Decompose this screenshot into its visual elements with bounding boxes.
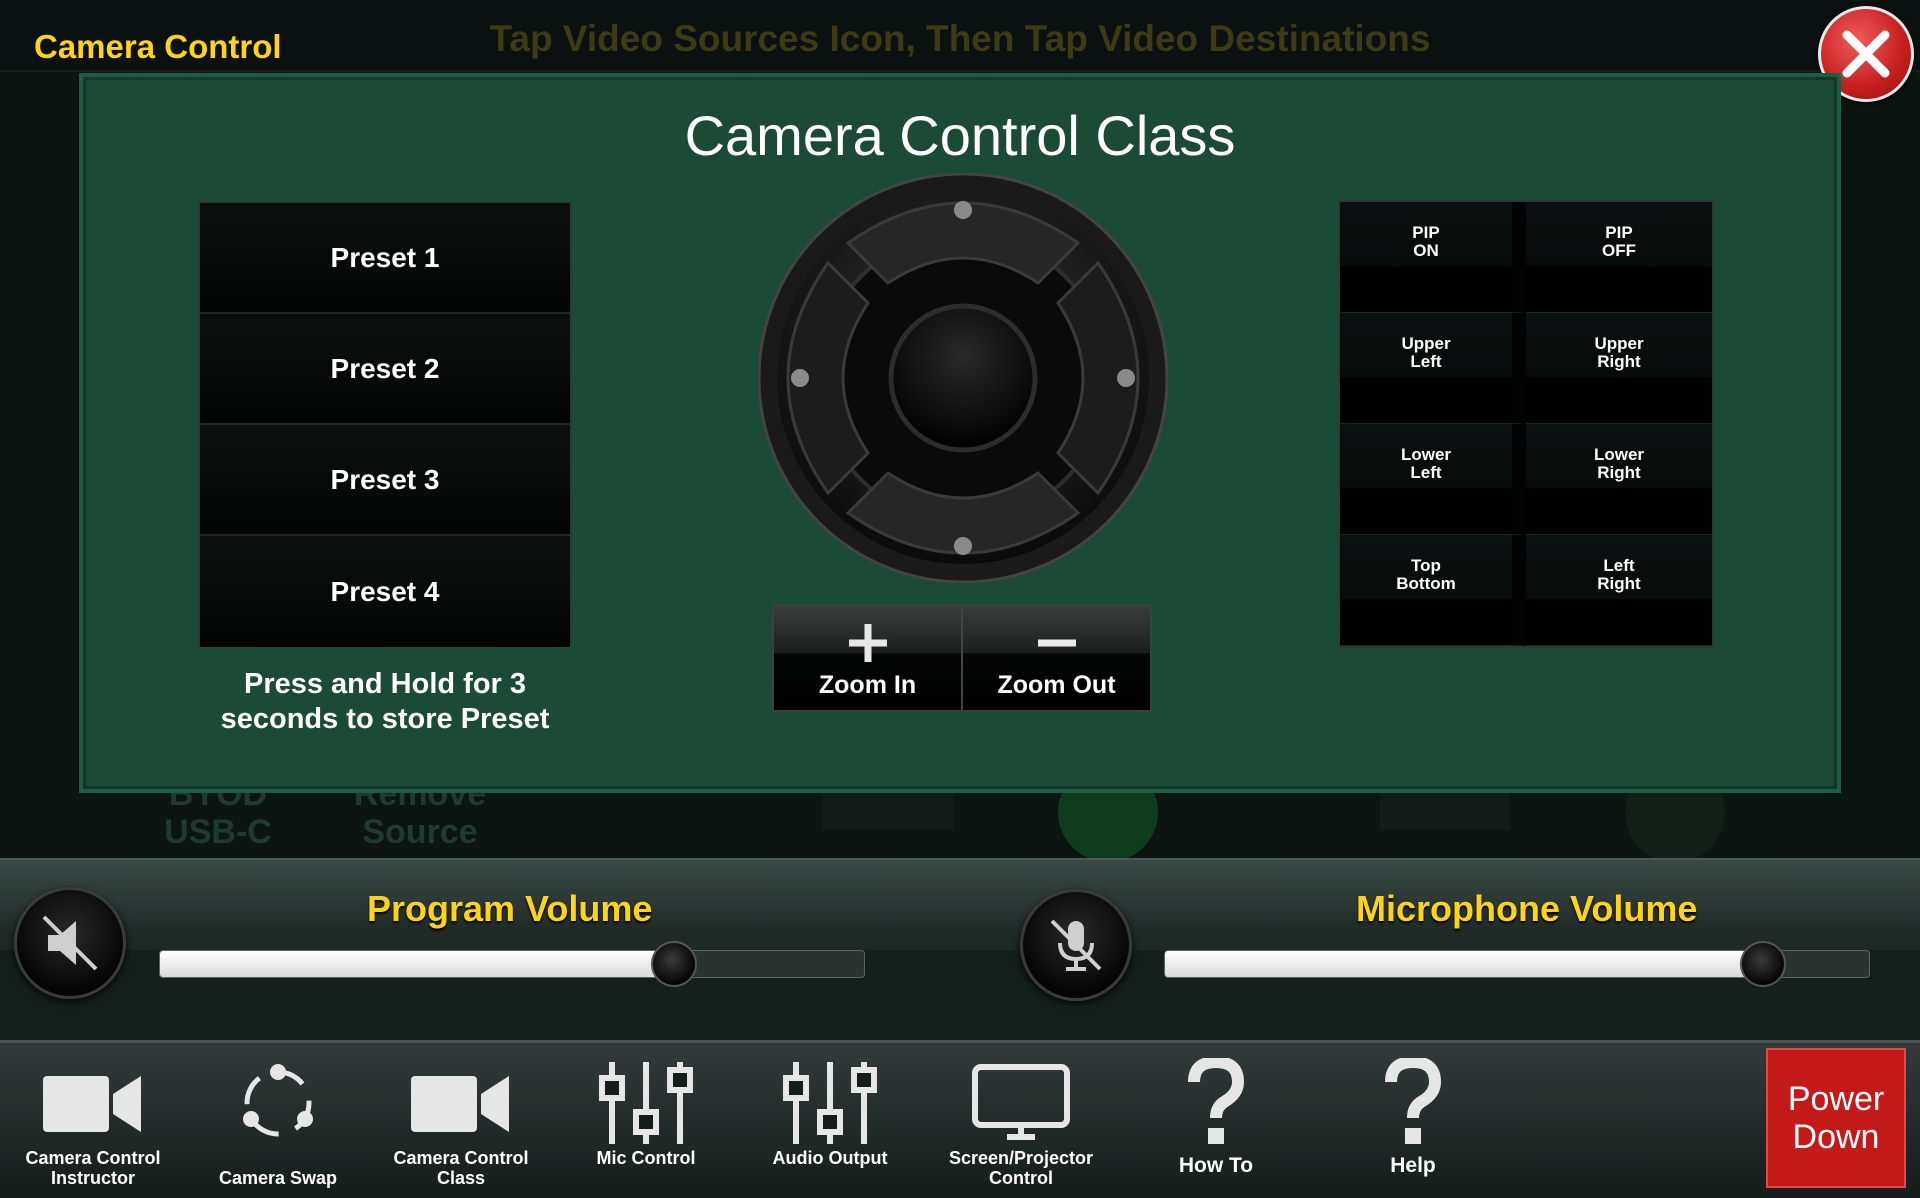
preset-1-button[interactable]: Preset 1: [200, 203, 570, 314]
modal-title: Camera Control: [34, 28, 282, 65]
pip-lower-right-button[interactable]: Lower Right: [1526, 424, 1712, 535]
nav-camera-control-class[interactable]: Camera Control Class: [371, 1058, 551, 1188]
preset-3-button[interactable]: Preset 3: [200, 425, 570, 536]
nav-label: Help: [1390, 1154, 1436, 1177]
preset-hint: Press and Hold for 3 seconds to store Pr…: [220, 668, 550, 735]
pip-left-right-button[interactable]: Left Right: [1526, 535, 1712, 646]
minus-icon: [1037, 639, 1076, 647]
bg-block: [823, 790, 953, 830]
camera-icon: [43, 1076, 141, 1132]
background-instruction: Tap Video Sources Icon, Then Tap Video D…: [489, 18, 1431, 59]
nav-screen-projector-control[interactable]: Screen/Projector Control: [931, 1058, 1111, 1188]
nav-label: Mic Control: [596, 1148, 696, 1168]
pip-upper-left-button[interactable]: Upper Left: [1340, 313, 1526, 424]
microphone-volume-thumb[interactable]: [1740, 941, 1787, 987]
nav-label: Camera Swap: [218, 1168, 338, 1188]
zoom-out-label: Zoom Out: [997, 671, 1116, 699]
nav-camera-control-instructor[interactable]: Camera Control Instructor: [3, 1058, 183, 1188]
question-icon: [1188, 1058, 1245, 1144]
ptz-joystick: [758, 173, 1168, 583]
program-volume-label: Program Volume: [367, 888, 653, 929]
pip-top-bottom-button[interactable]: Top Bottom: [1340, 535, 1526, 646]
bg-block: [1380, 790, 1510, 830]
nav-label: Camera Control Instructor: [25, 1148, 161, 1188]
modal-heading: Camera Control Class: [684, 104, 1236, 167]
camera-control-modal: Camera Control Class Preset 1 Preset 2 P…: [79, 73, 1841, 793]
preset-2-button[interactable]: Preset 2: [200, 314, 570, 425]
nav-how-to[interactable]: How To: [1126, 1058, 1306, 1188]
pip-off-button[interactable]: PIP OFF: [1526, 202, 1712, 313]
zoom-controls: Zoom In Zoom Out: [772, 604, 1152, 712]
swap-icon: [243, 1064, 313, 1137]
microphone-volume-fill: [1165, 951, 1764, 977]
monitor-icon: [972, 1064, 1070, 1140]
microphone-mute-icon: [1050, 919, 1102, 971]
nav-label: How To: [1178, 1154, 1254, 1177]
mixer-icon: [599, 1062, 693, 1144]
zoom-in-button[interactable]: Zoom In: [774, 606, 963, 710]
program-volume-thumb[interactable]: [650, 941, 697, 987]
power-down-button[interactable]: Power Down: [1766, 1048, 1906, 1188]
joystick-center-button[interactable]: [888, 303, 1038, 453]
preset-list: Preset 1 Preset 2 Preset 3 Preset 4: [198, 201, 572, 647]
program-volume-slider[interactable]: [159, 941, 865, 987]
nav-label: Audio Output: [772, 1148, 888, 1168]
pip-upper-right-button[interactable]: Upper Right: [1526, 313, 1712, 424]
microphone-volume-label: Microphone Volume: [1356, 888, 1698, 929]
mixer-icon: [783, 1062, 877, 1144]
speaker-mute-icon: [42, 915, 98, 971]
microphone-mute-button[interactable]: [1020, 889, 1132, 1001]
zoom-out-button[interactable]: Zoom Out: [963, 606, 1150, 710]
plus-icon: [848, 624, 887, 662]
program-mute-button[interactable]: [14, 887, 126, 999]
pip-controls: PIP ON PIP OFF Upper Left Upper Right Lo…: [1338, 200, 1714, 648]
program-volume-fill: [160, 951, 674, 977]
nav-label: Screen/Projector Control: [948, 1148, 1094, 1188]
camera-icon: [411, 1076, 509, 1132]
preset-4-button[interactable]: Preset 4: [200, 536, 570, 647]
microphone-volume-slider[interactable]: [1164, 941, 1870, 987]
nav-audio-output[interactable]: Audio Output: [740, 1058, 920, 1188]
nav-help[interactable]: Help: [1323, 1058, 1503, 1188]
zoom-in-label: Zoom In: [818, 671, 917, 699]
nav-mic-control[interactable]: Mic Control: [556, 1058, 736, 1188]
close-icon: [1842, 30, 1890, 78]
pip-on-button[interactable]: PIP ON: [1340, 202, 1526, 313]
pip-lower-left-button[interactable]: Lower Left: [1340, 424, 1526, 535]
nav-label: Camera Control Class: [393, 1148, 529, 1188]
question-icon: [1385, 1058, 1442, 1144]
nav-camera-swap[interactable]: Camera Swap: [188, 1058, 368, 1188]
